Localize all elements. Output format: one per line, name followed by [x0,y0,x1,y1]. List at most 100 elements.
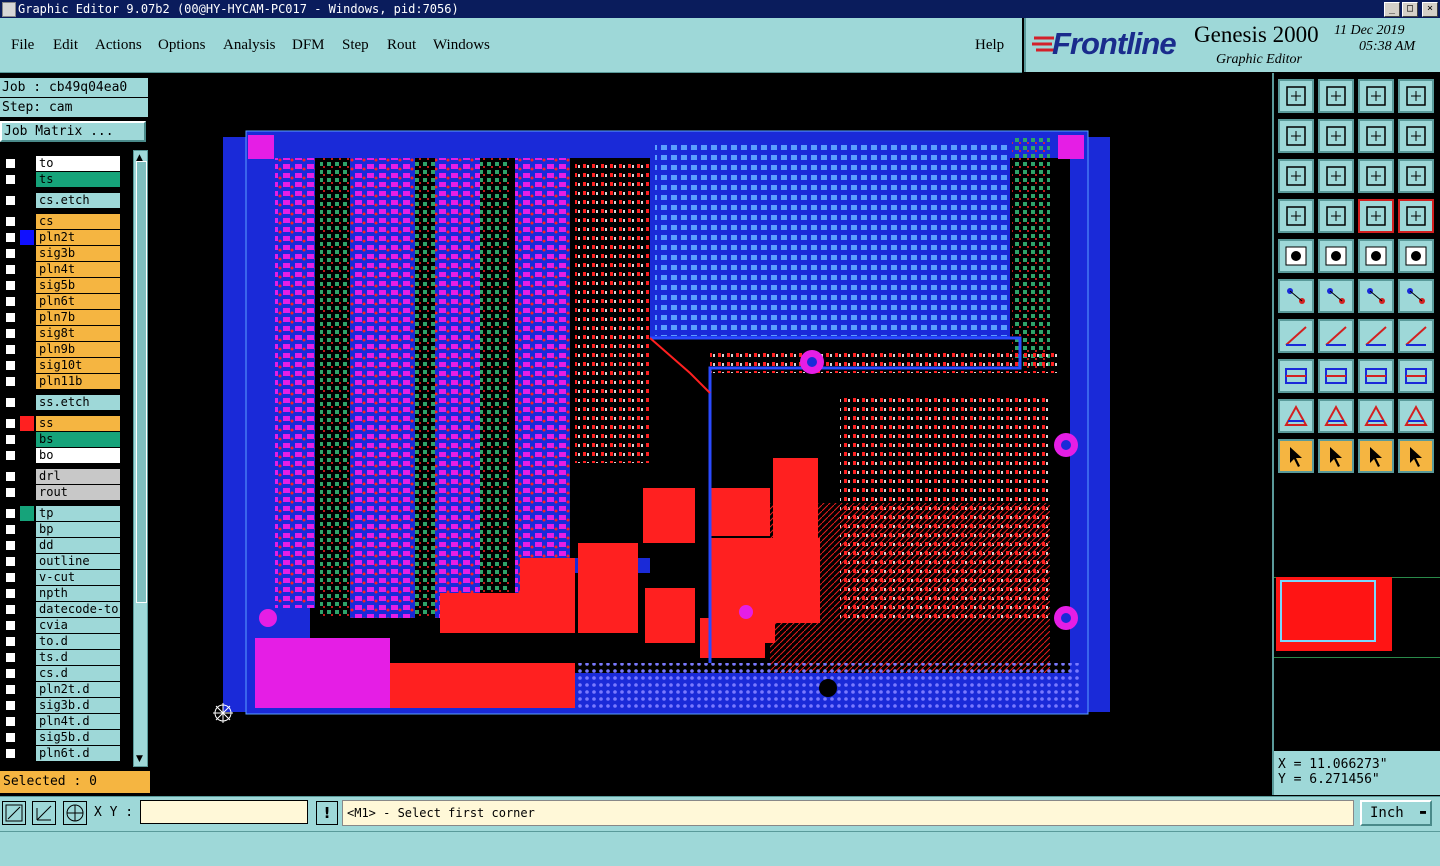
help-tool-button[interactable] [1398,159,1434,193]
layer-row[interactable]: datecode-to [2,602,120,617]
layer-checkbox[interactable] [5,684,16,695]
layer-checkbox[interactable] [5,540,16,551]
layer-row[interactable]: pln2t [2,230,120,245]
layer-name[interactable]: cs [36,214,120,229]
layer-row[interactable]: ss.etch [2,395,120,410]
home-up-tool-button[interactable] [1278,79,1314,113]
layers-b-tool-button[interactable] [1398,199,1434,233]
layer-checkbox[interactable] [5,524,16,535]
layer-name[interactable]: pln4t [36,262,120,277]
scale-tool-button[interactable] [1358,159,1394,193]
layer-row[interactable]: pln9b [2,342,120,357]
zoom-center-tool-button[interactable] [1318,159,1354,193]
home-down-tool-button[interactable] [1318,79,1354,113]
layer-name[interactable]: drl [36,469,120,484]
layer-row[interactable]: npth [2,586,120,601]
layer-row[interactable]: pln4t.d [2,714,120,729]
layer-row[interactable]: v-cut [2,570,120,585]
menu-step[interactable]: Step [342,37,369,54]
layer-row[interactable]: rout [2,485,120,500]
layer-color-swatch[interactable] [20,714,34,729]
layer-color-swatch[interactable] [20,358,34,373]
layer-row[interactable]: drl [2,469,120,484]
layer-name[interactable]: to [36,156,120,171]
layer-checkbox[interactable] [5,636,16,647]
layer-name[interactable]: cs.d [36,666,120,681]
layer-checkbox[interactable] [5,376,16,387]
triangle-c-tool-button[interactable] [1358,399,1394,433]
net-tool-button[interactable] [1278,279,1314,313]
layer-color-swatch[interactable] [20,698,34,713]
layer-checkbox[interactable] [5,296,16,307]
layer-color-swatch[interactable] [20,326,34,341]
job-matrix-button[interactable]: Job Matrix ... [0,121,146,142]
cursor-net-tool-button[interactable] [1398,439,1434,473]
layer-name[interactable]: pln6t.d [36,746,120,761]
layer-color-swatch[interactable] [20,193,34,208]
layer-checkbox[interactable] [5,174,16,185]
layer-checkbox[interactable] [5,572,16,583]
overview-map[interactable] [1274,485,1440,750]
layer-name[interactable]: pln9b [36,342,120,357]
layer-row[interactable]: tp [2,506,120,521]
layer-checkbox[interactable] [5,158,16,169]
layer-name[interactable]: tp [36,506,120,521]
layer-name[interactable]: cvia [36,618,120,633]
menu-edit[interactable]: Edit [53,37,78,54]
layer-checkbox[interactable] [5,280,16,291]
menu-analysis[interactable]: Analysis [223,37,276,54]
snap-button[interactable] [2,801,26,825]
grid-button[interactable] [63,801,87,825]
fill-tool-button[interactable] [1398,319,1434,353]
minimize-button[interactable]: _ [1384,2,1400,17]
cursor-poly-tool-button[interactable] [1358,439,1394,473]
layer-row[interactable]: dd [2,538,120,553]
layer-color-swatch[interactable] [20,432,34,447]
layer-checkbox[interactable] [5,508,16,519]
ruler-tool-button[interactable] [1358,239,1394,273]
layer-name[interactable]: sig8t [36,326,120,341]
layer-checkbox[interactable] [5,248,16,259]
layer-row[interactable]: pln11b [2,374,120,389]
overview-viewport-frame[interactable] [1280,580,1376,642]
layer-color-swatch[interactable] [20,310,34,325]
layer-checkbox[interactable] [5,397,16,408]
units-select[interactable]: Inch ▬ [1360,800,1432,826]
layer-color-swatch[interactable] [20,634,34,649]
layer-color-swatch[interactable] [20,156,34,171]
layer-row[interactable]: sig3b [2,246,120,261]
layer-name[interactable]: bp [36,522,120,537]
layer-row[interactable]: outline [2,554,120,569]
triangle-a-tool-button[interactable] [1278,399,1314,433]
layer-row[interactable]: pln6t.d [2,746,120,761]
layer-name[interactable]: sig3b.d [36,698,120,713]
layer-name[interactable]: pln2t.d [36,682,120,697]
menu-rout[interactable]: Rout [387,37,416,54]
layer-color-swatch[interactable] [20,416,34,431]
layer-row[interactable]: pln6t [2,294,120,309]
scroll-thumb[interactable] [136,161,147,603]
layer-checkbox[interactable] [5,434,16,445]
select-a-tool-button[interactable] [1278,359,1314,393]
menu-windows[interactable]: Windows [433,37,490,54]
menu-options[interactable]: Options [158,37,206,54]
layer-checkbox[interactable] [5,748,16,759]
layer-row[interactable]: cs.etch [2,193,120,208]
layer-checkbox[interactable] [5,264,16,275]
layer-row[interactable]: sig5b [2,278,120,293]
home-tool-button[interactable] [1358,79,1394,113]
layer-checkbox[interactable] [5,604,16,615]
arc-tool-button[interactable] [1358,319,1394,353]
layer-row[interactable]: cs [2,214,120,229]
layer-row[interactable]: sig8t [2,326,120,341]
layer-row[interactable]: bs [2,432,120,447]
layer-color-swatch[interactable] [20,522,34,537]
window-tool-button[interactable] [1398,79,1434,113]
menu-actions[interactable]: Actions [95,37,142,54]
menu-help[interactable]: Help [975,37,1004,54]
minus-tool-button[interactable] [1318,359,1354,393]
shape-tool-button[interactable] [1318,239,1354,273]
layer-name[interactable]: pln6t [36,294,120,309]
pan-left-tool-button[interactable] [1278,119,1314,153]
layer-color-swatch[interactable] [20,730,34,745]
